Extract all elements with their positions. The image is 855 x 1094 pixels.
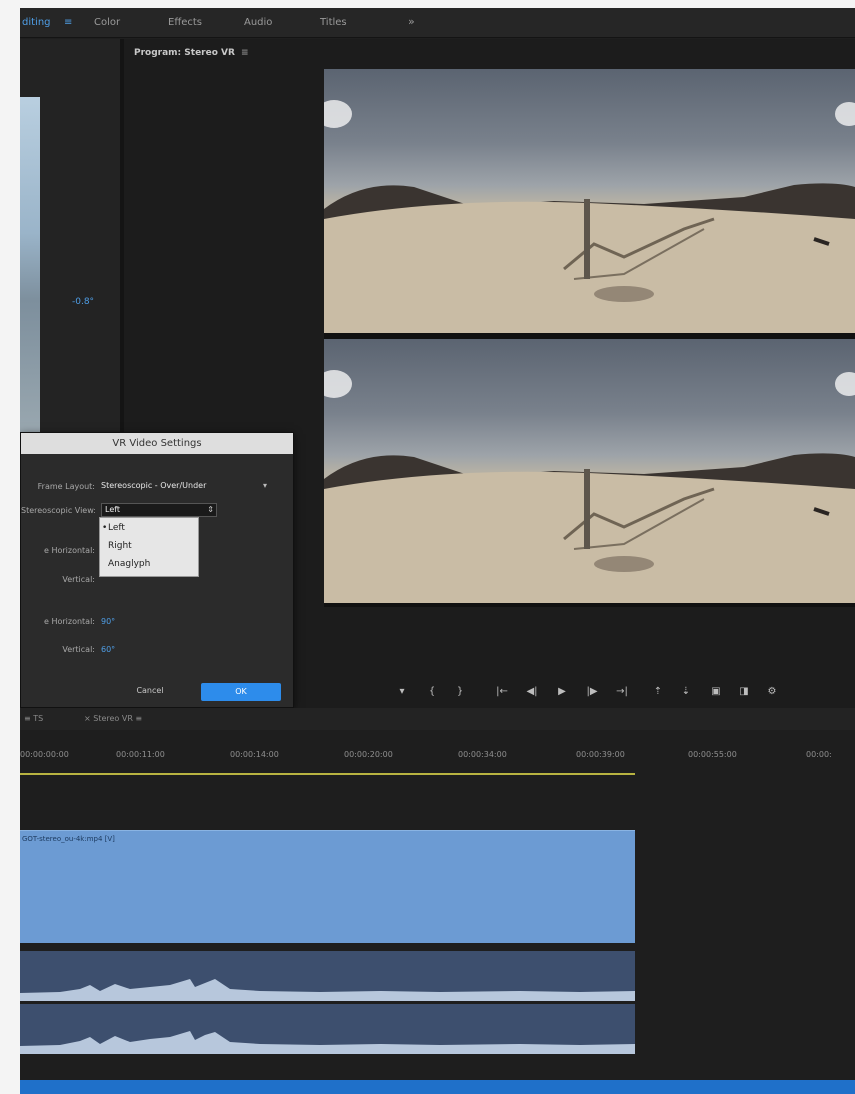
ruler-tick: 00:00:34:00 <box>458 750 507 759</box>
more-workspaces-icon[interactable]: » <box>408 15 415 28</box>
timeline-panel: ≡ TS × Stereo VR ≡ 00:00:00:00 00:00:11:… <box>20 708 855 1094</box>
vr-video-settings-dialog: VR Video Settings Frame Layout: Stereosc… <box>20 432 294 708</box>
ruler-tick: 00:00:14:00 <box>230 750 279 759</box>
captured-vertical-label: Vertical: <box>62 575 95 584</box>
desert-panorama-top <box>324 100 855 333</box>
frame-layout-select[interactable]: Stereoscopic - Over/Under ▾ <box>101 479 267 493</box>
monitor-vertical-value[interactable]: 60° <box>101 645 115 654</box>
program-monitor-title: Program: Stereo VR ≡ <box>134 48 248 58</box>
vr-video-toggle-icon[interactable]: ◨ <box>736 684 752 700</box>
video-clip-label: GOT-stereo_ou-4k:mp4 [V] <box>22 835 115 843</box>
workspace-tab-titles[interactable]: Titles <box>320 17 347 28</box>
timeline-tab-ts[interactable]: ≡ TS <box>24 714 43 723</box>
dialog-title: VR Video Settings <box>21 433 293 454</box>
monitor-vertical-label: Vertical: <box>62 645 95 654</box>
go-to-in-button[interactable]: |← <box>494 684 510 700</box>
audio-waveform <box>20 1031 635 1054</box>
ruler-tick: 00:00:11:00 <box>116 750 165 759</box>
stereoscopic-view-label: Stereoscopic View: <box>21 506 95 515</box>
dropdown-option-anaglyph[interactable]: Anaglyph <box>108 557 150 571</box>
lift-button[interactable]: ⇡ <box>650 684 666 700</box>
ruler-tick: 00:00:55:00 <box>688 750 737 759</box>
audio-clip-right[interactable] <box>20 1004 635 1054</box>
status-bar <box>20 1080 855 1094</box>
stereoscopic-view-select[interactable]: Left ⇕ <box>101 503 217 517</box>
dropdown-option-label: Anaglyph <box>108 559 151 569</box>
timeline-tabs: ≡ TS × Stereo VR ≡ <box>20 708 855 730</box>
dropdown-option-label: Left <box>108 523 125 533</box>
dropdown-option-label: Right <box>108 541 132 551</box>
audio-clip-left[interactable] <box>20 951 635 1001</box>
work-area-bar[interactable] <box>20 773 635 775</box>
premiere-window: diting ≡ Color Effects Audio Titles » -0… <box>20 8 855 1094</box>
right-eye-view <box>324 339 855 603</box>
angle-readout[interactable]: -0.8° <box>72 297 94 307</box>
play-button[interactable]: ▶ <box>554 684 570 700</box>
ok-button[interactable]: OK <box>201 683 281 701</box>
workspace-tab-editing[interactable]: diting <box>22 17 51 28</box>
video-clip[interactable]: GOT-stereo_ou-4k:mp4 [V] <box>20 830 635 943</box>
ruler-tick: 00:00:39:00 <box>576 750 625 759</box>
time-ruler[interactable]: 00:00:00:00 00:00:11:00 00:00:14:00 00:0… <box>20 740 855 770</box>
step-forward-button[interactable]: |▶ <box>584 684 600 700</box>
stereoscopic-view-dropdown: • Left Right Anaglyph <box>99 517 199 577</box>
desert-panorama-bottom <box>324 370 855 603</box>
add-marker-button[interactable]: ▾ <box>394 684 410 700</box>
workspace-tab-color[interactable]: Color <box>94 17 120 28</box>
extract-button[interactable]: ⇣ <box>678 684 694 700</box>
audio-waveform <box>20 979 635 1001</box>
ruler-tick: 00:00: <box>806 750 832 759</box>
ruler-tick: 00:00:20:00 <box>344 750 393 759</box>
go-to-out-button[interactable]: →| <box>614 684 630 700</box>
workspace-bar: diting ≡ Color Effects Audio Titles » <box>20 8 855 38</box>
monitor-horizontal-label: e Horizontal: <box>43 617 95 626</box>
program-monitor-name[interactable]: Program: Stereo VR <box>134 48 235 58</box>
left-eye-view <box>324 69 855 333</box>
mark-in-button[interactable]: { <box>424 684 440 700</box>
cancel-button[interactable]: Cancel <box>125 683 175 699</box>
workspace-menu-icon[interactable]: ≡ <box>64 17 72 28</box>
program-video-frame[interactable] <box>324 69 855 607</box>
panel-menu-icon[interactable]: ≡ <box>241 48 249 58</box>
step-back-button[interactable]: ◀| <box>524 684 540 700</box>
export-frame-icon[interactable]: ▣ <box>708 684 724 700</box>
source-panel: -0.8° <box>20 39 120 439</box>
settings-icon[interactable]: ⚙ <box>764 684 780 700</box>
frame-layout-value: Stereoscopic - Over/Under <box>101 481 207 490</box>
timeline-tab-stereo-vr[interactable]: × Stereo VR ≡ <box>84 714 142 723</box>
workspace-tab-audio[interactable]: Audio <box>244 17 272 28</box>
dropdown-option-right[interactable]: Right <box>108 539 132 553</box>
chevron-updown-icon: ⇕ <box>207 505 214 514</box>
frame-layout-label: Frame Layout: <box>37 482 95 491</box>
mark-out-button[interactable]: } <box>452 684 468 700</box>
chevron-down-icon: ▾ <box>262 481 267 490</box>
dropdown-option-left[interactable]: • Left <box>102 521 125 535</box>
workspace-tab-effects[interactable]: Effects <box>168 17 202 28</box>
monitor-horizontal-value[interactable]: 90° <box>101 617 115 626</box>
stereoscopic-view-value: Left <box>105 505 121 514</box>
captured-horizontal-label: e Horizontal: <box>43 546 95 555</box>
source-preview-thumbnail <box>20 97 40 437</box>
checkmark-icon: • <box>102 523 108 533</box>
ruler-tick: 00:00:00:00 <box>20 750 69 759</box>
